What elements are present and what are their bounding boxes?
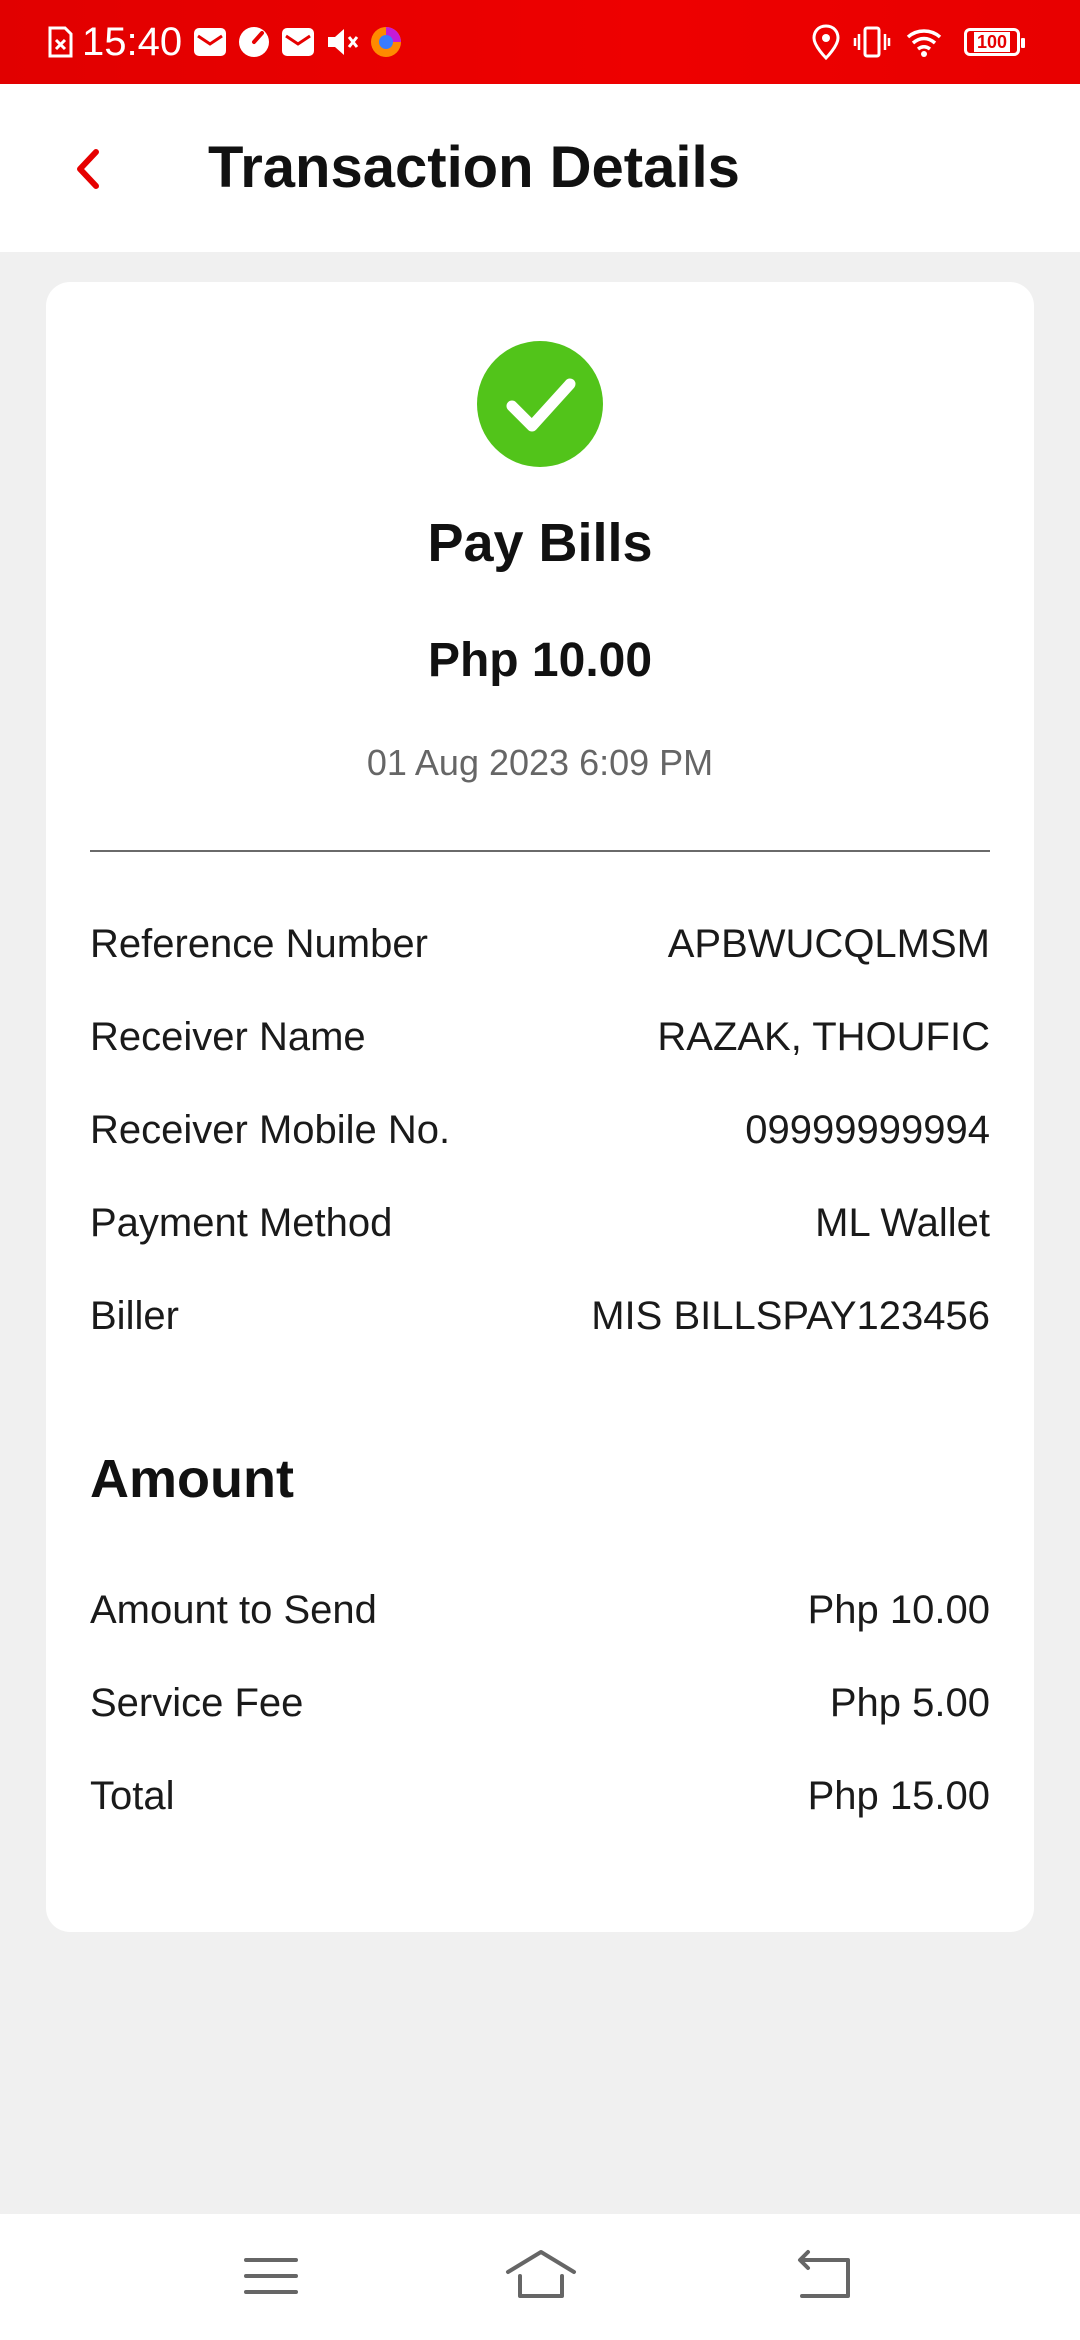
- transaction-datetime: 01 Aug 2023 6:09 PM: [366, 742, 714, 783]
- status-time: 15:40: [82, 20, 183, 64]
- detail-label: Receiver Name: [90, 1014, 366, 1059]
- menu-icon: [244, 2258, 298, 2294]
- battery-level: 100: [973, 32, 1011, 52]
- detail-row-reference: Reference Number APBWUCQLMSM: [90, 914, 990, 974]
- vibrate-icon: [853, 26, 891, 58]
- amount-value: Php 15.00: [807, 1773, 990, 1818]
- page-title: Transaction Details: [208, 135, 740, 200]
- amount-label: Service Fee: [90, 1680, 304, 1725]
- wifi-icon: [906, 29, 942, 57]
- home-button[interactable]: [496, 2236, 586, 2316]
- mail-icon: [282, 28, 314, 56]
- amount-section-title: Amount: [90, 1449, 294, 1509]
- battery-icon: 100: [964, 28, 1025, 56]
- detail-label: Payment Method: [90, 1200, 393, 1245]
- detail-value: ML Wallet: [815, 1200, 990, 1245]
- amount-row-service-fee: Service Fee Php 5.00: [90, 1673, 990, 1733]
- system-nav-bar: [0, 2214, 1080, 2340]
- back-nav-button[interactable]: [778, 2236, 868, 2316]
- browser-icon: [371, 27, 401, 57]
- detail-label: Receiver Mobile No.: [90, 1107, 451, 1152]
- mute-icon: [328, 29, 359, 55]
- detail-value: MIS BILLSPAY123456: [591, 1293, 990, 1338]
- back-icon: [798, 2250, 850, 2298]
- amount-label: Total: [90, 1773, 175, 1818]
- detail-row-biller: Biller MIS BILLSPAY123456: [90, 1286, 990, 1346]
- detail-value: RAZAK, THOUFIC: [657, 1014, 990, 1059]
- amount-label: Amount to Send: [90, 1587, 377, 1632]
- transaction-card: Pay Bills Php 10.00 01 Aug 2023 6:09 PM …: [46, 282, 1034, 1932]
- status-bar: 15:40 100: [0, 0, 1080, 84]
- sim-error-icon: [48, 26, 73, 58]
- app-header: Transaction Details: [0, 84, 1080, 252]
- check-circle-icon: [477, 341, 603, 467]
- divider: [90, 850, 990, 852]
- detail-row-payment-method: Payment Method ML Wallet: [90, 1193, 990, 1253]
- detail-row-receiver-mobile: Receiver Mobile No. 09999999994: [90, 1100, 990, 1160]
- detail-label: Biller: [90, 1293, 179, 1338]
- back-button[interactable]: [60, 134, 120, 204]
- amount-value: Php 5.00: [829, 1680, 990, 1725]
- amount-value: Php 10.00: [807, 1587, 990, 1632]
- amount-row-total: Total Php 15.00: [90, 1766, 990, 1826]
- amount-row-to-send: Amount to Send Php 10.00: [90, 1580, 990, 1640]
- mail-icon: [194, 28, 226, 56]
- transaction-type: Pay Bills: [427, 513, 653, 573]
- menu-button[interactable]: [226, 2236, 316, 2316]
- location-icon: [812, 24, 840, 61]
- detail-value: APBWUCQLMSM: [667, 921, 990, 966]
- detail-value: 09999999994: [745, 1107, 990, 1152]
- gauge-icon: [239, 27, 269, 57]
- transaction-amount: Php 10.00: [427, 634, 653, 687]
- detail-label: Reference Number: [90, 921, 428, 966]
- home-icon: [506, 2250, 576, 2298]
- detail-row-receiver-name: Receiver Name RAZAK, THOUFIC: [90, 1007, 990, 1067]
- chevron-left-icon: [77, 149, 99, 189]
